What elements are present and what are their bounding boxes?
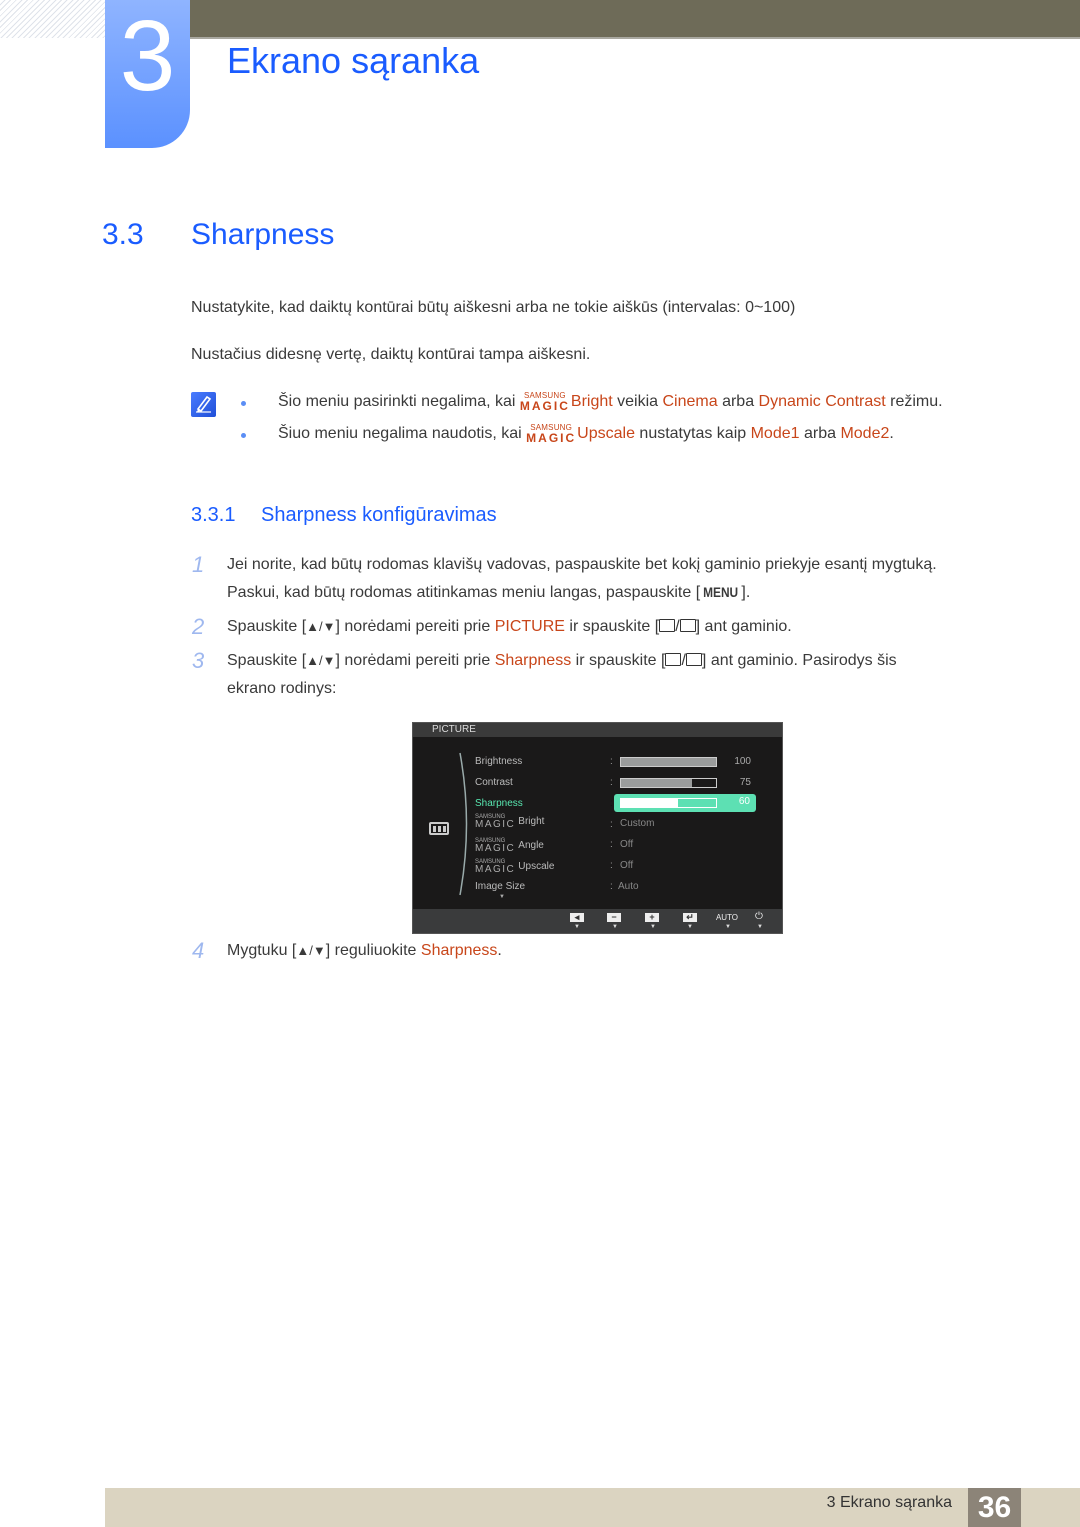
chapter-number: 3 — [119, 0, 176, 112]
bullet-icon — [241, 401, 246, 406]
osd-colon: : — [610, 777, 613, 788]
osd-item-label: SAMSUNG MAGIC Bright — [475, 814, 545, 830]
page-number: 36 — [968, 1488, 1021, 1527]
header-bar — [190, 0, 1080, 39]
button-indicator-icon: ▼ — [612, 924, 618, 930]
step-text: Spauskite [▲/▼] norėdami pereiti prie Sh… — [227, 652, 897, 669]
osd-menu-screenshot: PICTURE Brightness : 100 Contrast : 75 6… — [412, 722, 783, 934]
subsection-title: Sharpness konfigūravimas — [261, 504, 497, 526]
intro-paragraph: Nustačius didesnę vertę, daiktų kontūrai… — [191, 346, 591, 363]
samsung-magic-logo: SAMSUNG MAGIC — [519, 391, 570, 413]
intro-paragraph: Nustatykite, kad daiktų kontūrai būtų ai… — [191, 299, 796, 316]
osd-value: Off — [620, 839, 634, 850]
osd-selected-row: 60 — [614, 794, 756, 812]
subsection-number: 3.3.1 — [191, 504, 236, 526]
step-number: 4 — [192, 938, 205, 963]
osd-colon: : — [610, 839, 613, 850]
up-down-arrow-icon: ▲/▼ — [296, 943, 326, 958]
button-indicator-icon: ▼ — [757, 924, 763, 930]
osd-value: Custom — [620, 818, 655, 829]
scroll-down-icon: ▼ — [499, 894, 505, 900]
button-indicator-icon: ▼ — [574, 924, 580, 930]
osd-item-label: Sharpness — [475, 798, 523, 809]
bullet-icon — [241, 433, 246, 438]
osd-slider-contrast — [620, 778, 717, 788]
osd-item-label: SAMSUNG MAGIC Upscale — [475, 859, 555, 875]
osd-header: PICTURE — [413, 723, 782, 737]
plus-button-icon: + — [645, 913, 659, 922]
osd-value: 75 — [739, 777, 751, 788]
osd-colon: : — [610, 819, 613, 830]
left-arrow-button-icon: ◂ — [570, 913, 584, 922]
button-indicator-icon: ▼ — [687, 924, 693, 930]
osd-slider-brightness — [620, 757, 717, 767]
osd-colon: : — [610, 860, 613, 871]
osd-value: 60 — [738, 796, 750, 807]
source-button-icon — [659, 619, 676, 632]
header-hatch-decoration — [0, 0, 105, 38]
osd-arc-decoration — [459, 752, 468, 896]
osd-colon: : — [610, 798, 613, 809]
button-indicator-icon: ▼ — [725, 924, 731, 930]
step-text: Jei norite, kad būtų rodomas klavišų vad… — [227, 556, 937, 573]
up-down-arrow-icon: ▲/▼ — [306, 653, 336, 668]
section-number: 3.3 — [102, 218, 144, 251]
osd-value: Auto — [618, 881, 639, 892]
osd-item-label: Contrast — [475, 777, 513, 788]
osd-value: 100 — [734, 756, 751, 767]
osd-slider-sharpness — [620, 798, 717, 808]
note-item: Šio meniu pasirinkti negalima, kai SAMSU… — [278, 391, 943, 413]
button-indicator-icon: ▼ — [650, 924, 656, 930]
step-text: Paskui, kad būtų rodomas atitinkamas men… — [227, 584, 751, 601]
menu-key: MENU — [703, 584, 739, 600]
osd-item-label: Brightness — [475, 756, 523, 767]
step-number: 1 — [192, 552, 205, 577]
step-number: 3 — [192, 648, 205, 673]
note-pencil-icon — [191, 392, 216, 417]
enter-button-icon — [685, 653, 702, 666]
chapter-title: Ekrano sąranka — [227, 40, 480, 81]
note-item: Šiuo meniu negalima naudotis, kai SAMSUN… — [278, 423, 894, 445]
osd-item-label: SAMSUNG MAGIC Angle — [475, 838, 544, 854]
enter-button-icon: ↵ — [683, 913, 697, 922]
step-text: ekrano rodinys: — [227, 680, 337, 697]
osd-footer: ◂ − + ↵ AUTO ⏻ ▼ ▼ ▼ ▼ ▼ ▼ — [413, 909, 782, 933]
osd-item-label: Image Size — [475, 881, 526, 892]
auto-button-label: AUTO — [715, 913, 739, 922]
source-button-icon — [665, 653, 682, 666]
step-text: Mygtuku [▲/▼] reguliuokite Sharpness. — [227, 942, 502, 959]
step-number: 2 — [192, 614, 205, 639]
samsung-magic-logo: SAMSUNG MAGIC — [526, 423, 577, 445]
osd-colon: : — [610, 756, 613, 767]
minus-button-icon: − — [607, 913, 621, 922]
picture-menu-icon — [429, 822, 449, 835]
step-text: Spauskite [▲/▼] norėdami pereiti prie PI… — [227, 618, 792, 635]
osd-value: Off — [620, 860, 634, 871]
power-button-icon: ⏻ — [755, 911, 763, 922]
section-title: Sharpness — [191, 218, 335, 251]
osd-colon: : — [610, 881, 613, 892]
footer-chapter-label: 3 Ekrano sąranka — [826, 1494, 952, 1511]
enter-button-icon — [679, 619, 696, 632]
up-down-arrow-icon: ▲/▼ — [306, 619, 336, 634]
